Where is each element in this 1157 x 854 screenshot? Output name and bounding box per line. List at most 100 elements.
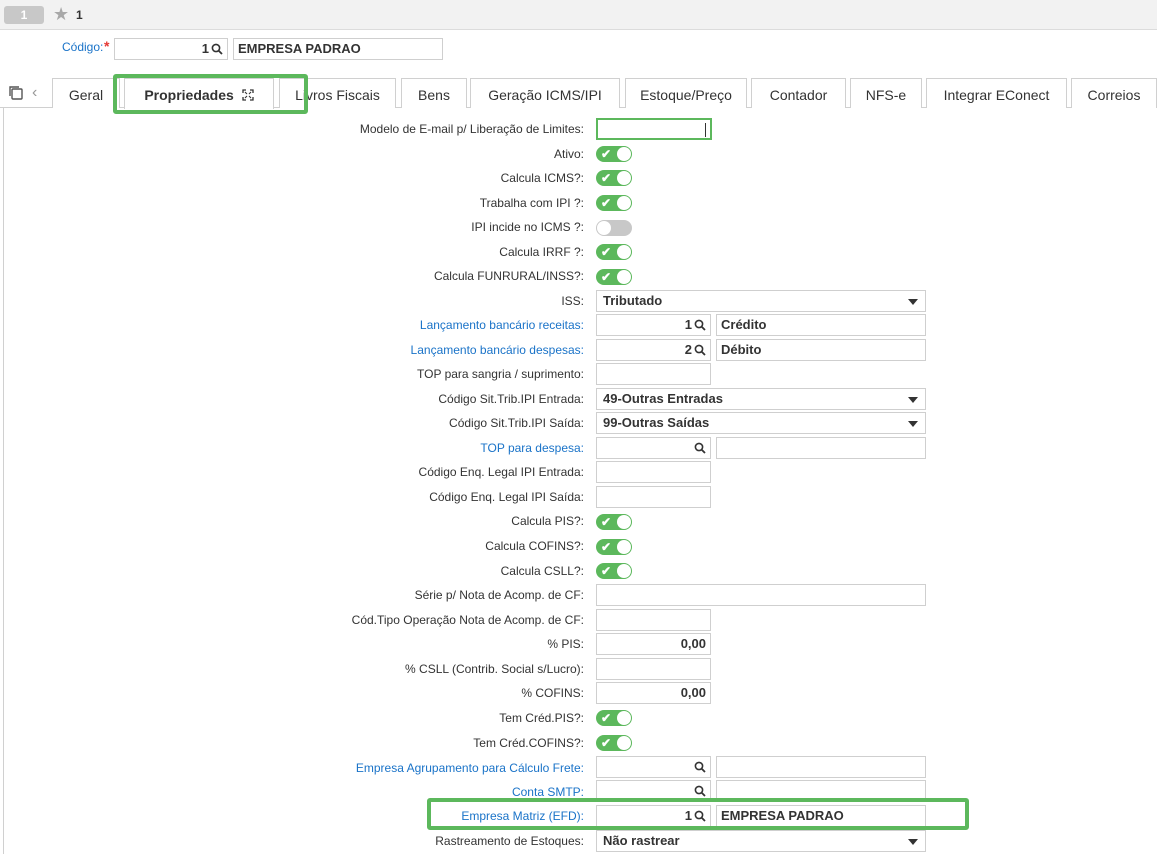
empresa-matriz-desc: EMPRESA PADRAO — [716, 805, 926, 827]
check-icon: ✔ — [601, 736, 612, 750]
label-pct-cofins: % COFINS: — [521, 686, 584, 700]
search-icon[interactable] — [694, 810, 706, 822]
pct-pis-input[interactable]: 0,00 — [596, 633, 711, 655]
ipi-incide-icms-toggle[interactable] — [596, 220, 632, 236]
label-empresa-matriz[interactable]: Empresa Matriz (EFD): — [461, 804, 584, 828]
label-trabalha-ipi: Trabalha com IPI ?: — [479, 196, 584, 210]
tab-bens[interactable]: Bens — [401, 78, 467, 108]
trabalha-ipi-toggle[interactable]: ✔ — [596, 195, 632, 211]
check-icon: ✔ — [601, 196, 612, 210]
star-icon[interactable]: ★ — [53, 4, 71, 24]
lanc-despesas-code-field[interactable]: 2 — [596, 339, 711, 361]
tem-cred-pis-toggle[interactable]: ✔ — [596, 710, 632, 726]
check-icon: ✔ — [601, 711, 612, 725]
codigo-value: 1 — [201, 41, 209, 56]
label-lanc-despesas[interactable]: Lançamento bancário despesas: — [411, 338, 584, 362]
record-number-badge[interactable]: 1 — [4, 6, 44, 24]
caret-down-icon — [908, 397, 918, 403]
lanc-despesas-desc: Débito — [716, 339, 926, 361]
conta-smtp-code-field[interactable] — [596, 780, 711, 802]
label-modelo-email: Modelo de E-mail p/ Liberação de Limites… — [359, 122, 584, 136]
label-lanc-receitas[interactable]: Lançamento bancário receitas: — [420, 313, 584, 337]
tab-geral[interactable]: Geral — [52, 78, 120, 108]
expand-icon[interactable] — [242, 89, 254, 101]
check-icon: ✔ — [601, 564, 612, 578]
toggle-knob — [617, 736, 631, 750]
empresa-matriz-code-field[interactable]: 1 — [596, 805, 711, 827]
label-conta-smtp[interactable]: Conta SMTP: — [512, 780, 584, 804]
top-despesa-code-field[interactable] — [596, 437, 711, 459]
lanc-receitas-code-field[interactable]: 1 — [596, 314, 711, 336]
label-pct-pis: % PIS: — [547, 637, 584, 651]
label-rastreamento: Rastreamento de Estoques: — [435, 834, 584, 848]
search-icon[interactable] — [211, 43, 223, 55]
rastreamento-select[interactable]: Não rastrear — [596, 830, 926, 852]
label-iss: ISS: — [561, 294, 584, 308]
toggle-knob — [617, 270, 631, 284]
serie-nota-input[interactable] — [596, 584, 926, 606]
chevron-left-icon[interactable]: ‹ — [32, 84, 37, 102]
search-icon[interactable] — [694, 344, 706, 356]
label-calcula-icms: Calcula ICMS?: — [500, 171, 584, 185]
label-calcula-funrural: Calcula FUNRURAL/INSS?: — [433, 269, 584, 283]
pct-cofins-input[interactable]: 0,00 — [596, 682, 711, 704]
modelo-email-input[interactable] — [596, 118, 712, 140]
sit-trib-entrada-value: 49-Outras Entradas — [603, 391, 723, 406]
caret-down-icon — [908, 299, 918, 305]
required-mark: * — [104, 38, 110, 54]
sit-trib-saida-select[interactable]: 99-Outras Saídas — [596, 412, 926, 434]
iss-select[interactable]: Tributado — [596, 290, 926, 312]
label-serie-nota: Série p/ Nota de Acomp. de CF: — [414, 588, 584, 602]
iss-value: Tributado — [603, 293, 663, 308]
pct-csll-input[interactable] — [596, 658, 711, 680]
cod-tipo-op-input[interactable] — [596, 609, 711, 631]
tab-nfs-e[interactable]: NFS-e — [850, 78, 922, 108]
empresa-matriz-code: 1 — [684, 808, 692, 823]
conta-smtp-desc — [716, 780, 926, 802]
search-icon[interactable] — [694, 319, 706, 331]
sit-trib-entrada-select[interactable]: 49-Outras Entradas — [596, 388, 926, 410]
label-top-despesa[interactable]: TOP para despesa: — [480, 436, 584, 460]
codigo-field[interactable]: 1 — [114, 38, 228, 60]
toggle-knob — [617, 540, 631, 554]
enq-entrada-input[interactable] — [596, 461, 711, 483]
record-toolbar — [0, 0, 1157, 30]
ativo-toggle[interactable]: ✔ — [596, 146, 632, 162]
calcula-pis-toggle[interactable]: ✔ — [596, 514, 632, 530]
label-empresa-agrup[interactable]: Empresa Agrupamento para Cálculo Frete: — [356, 756, 584, 780]
top-sangria-input[interactable] — [596, 363, 711, 385]
calcula-icms-toggle[interactable]: ✔ — [596, 170, 632, 186]
search-icon[interactable] — [694, 785, 706, 797]
calcula-cofins-toggle[interactable]: ✔ — [596, 539, 632, 555]
calcula-csll-toggle[interactable]: ✔ — [596, 563, 632, 579]
check-icon: ✔ — [601, 540, 612, 554]
copy-icon[interactable] — [8, 85, 24, 101]
toggle-knob — [617, 564, 631, 578]
search-icon[interactable] — [694, 761, 706, 773]
toggle-knob — [617, 147, 631, 161]
favorite-count: 1 — [76, 8, 83, 22]
label-cod-tipo-op: Cód.Tipo Operação Nota de Acomp. de CF: — [351, 613, 584, 627]
enq-saida-input[interactable] — [596, 486, 711, 508]
label-calcula-irrf: Calcula IRRF ?: — [499, 245, 584, 259]
empresa-agrup-desc — [716, 756, 926, 778]
top-despesa-desc — [716, 437, 926, 459]
tab-geracao-icms-ipi[interactable]: Geração ICMS/IPI — [470, 78, 620, 108]
toggle-knob — [617, 171, 631, 185]
tem-cred-cofins-toggle[interactable]: ✔ — [596, 735, 632, 751]
tab-estoque-preco[interactable]: Estoque/Preço — [625, 78, 747, 108]
tab-integrar-econect[interactable]: Integrar EConect — [926, 78, 1067, 108]
search-icon[interactable] — [694, 442, 706, 454]
tab-contador[interactable]: Contador — [751, 78, 846, 108]
tab-livros-fiscais[interactable]: Livros Fiscais — [279, 78, 396, 108]
label-calcula-cofins: Calcula COFINS?: — [485, 539, 584, 553]
calcula-funrural-toggle[interactable]: ✔ — [596, 269, 632, 285]
check-icon: ✔ — [601, 270, 612, 284]
codigo-name-field: EMPRESA PADRAO — [233, 38, 443, 60]
label-tem-cred-cofins: Tem Créd.COFINS?: — [473, 736, 584, 750]
calcula-irrf-toggle[interactable]: ✔ — [596, 244, 632, 260]
lanc-despesas-code: 2 — [684, 342, 692, 357]
tab-correios[interactable]: Correios — [1071, 78, 1157, 108]
empresa-agrup-code-field[interactable] — [596, 756, 711, 778]
tab-propriedades[interactable]: Propriedades — [124, 78, 274, 109]
